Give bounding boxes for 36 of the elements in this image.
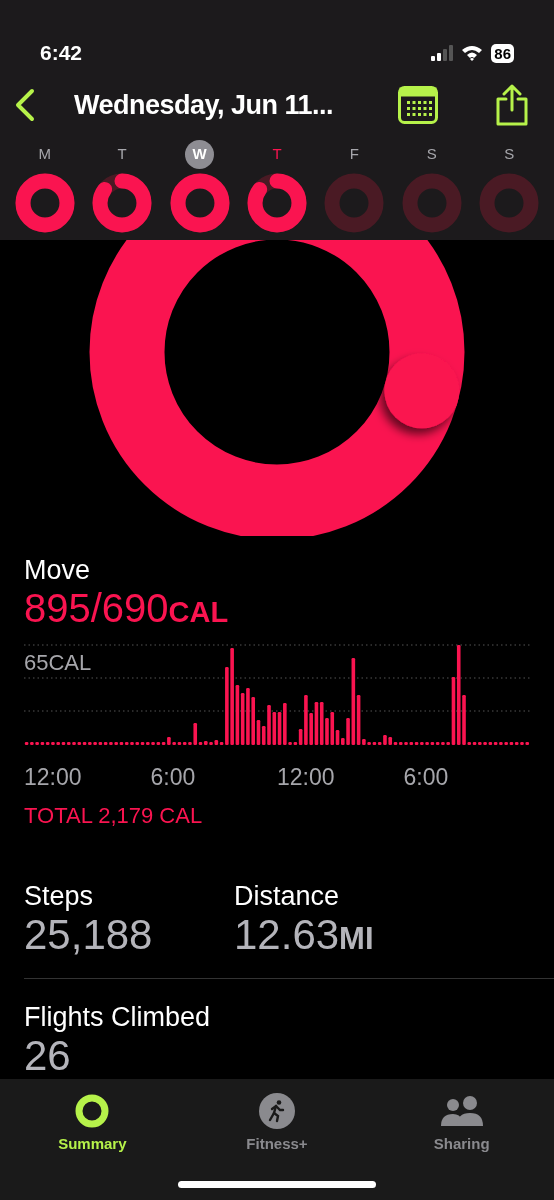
stat-label: Steps <box>24 879 95 912</box>
stat-label: Distance <box>234 879 341 912</box>
flights-value: 26 <box>24 1032 71 1079</box>
move-value: 895/690CAL <box>24 586 230 633</box>
weekday-label[interactable]: S <box>417 140 447 169</box>
time-axis-label: 12:00 <box>277 763 336 793</box>
weekday-label[interactable]: F <box>339 140 369 169</box>
activity-ring[interactable] <box>247 173 307 233</box>
stat-value: 12.63MI <box>234 911 375 960</box>
weekday-label[interactable]: T <box>262 140 292 169</box>
time-axis-label: 6:00 <box>403 763 450 793</box>
tab-item[interactable]: Fitness+ <box>184 1092 370 1156</box>
ring-icon <box>74 1092 111 1129</box>
header-title: Wednesday, Jun 11... <box>74 88 334 122</box>
tab-item[interactable]: Summary <box>0 1092 185 1156</box>
wifi-icon <box>461 45 484 61</box>
move-label: Move <box>24 554 92 587</box>
flights-label: Flights Climbed <box>24 1000 212 1033</box>
activity-ring[interactable] <box>14 173 75 233</box>
tab-item[interactable]: Sharing <box>369 1092 554 1156</box>
activity-ring[interactable] <box>92 173 153 233</box>
signal-icon <box>431 45 454 61</box>
time-axis-label: 6:00 <box>150 763 197 793</box>
activity-ring[interactable] <box>169 173 230 233</box>
weekday-label[interactable]: M <box>30 140 60 169</box>
calendar-icon[interactable] <box>398 86 438 124</box>
status-time: 6:42 <box>40 40 83 67</box>
time-axis-label: 12:00 <box>24 763 83 793</box>
chart-max-label: 65CAL <box>24 649 92 678</box>
weekday-label[interactable]: T <box>107 140 137 169</box>
battery-indicator: 86 <box>491 43 514 63</box>
share-icon[interactable] <box>494 83 530 127</box>
move-total: TOTAL 2,179 CAL <box>24 801 204 830</box>
stat-value: 25,188 <box>24 911 154 958</box>
weekday-label[interactable]: S <box>494 140 524 169</box>
runner-icon <box>259 1092 295 1129</box>
